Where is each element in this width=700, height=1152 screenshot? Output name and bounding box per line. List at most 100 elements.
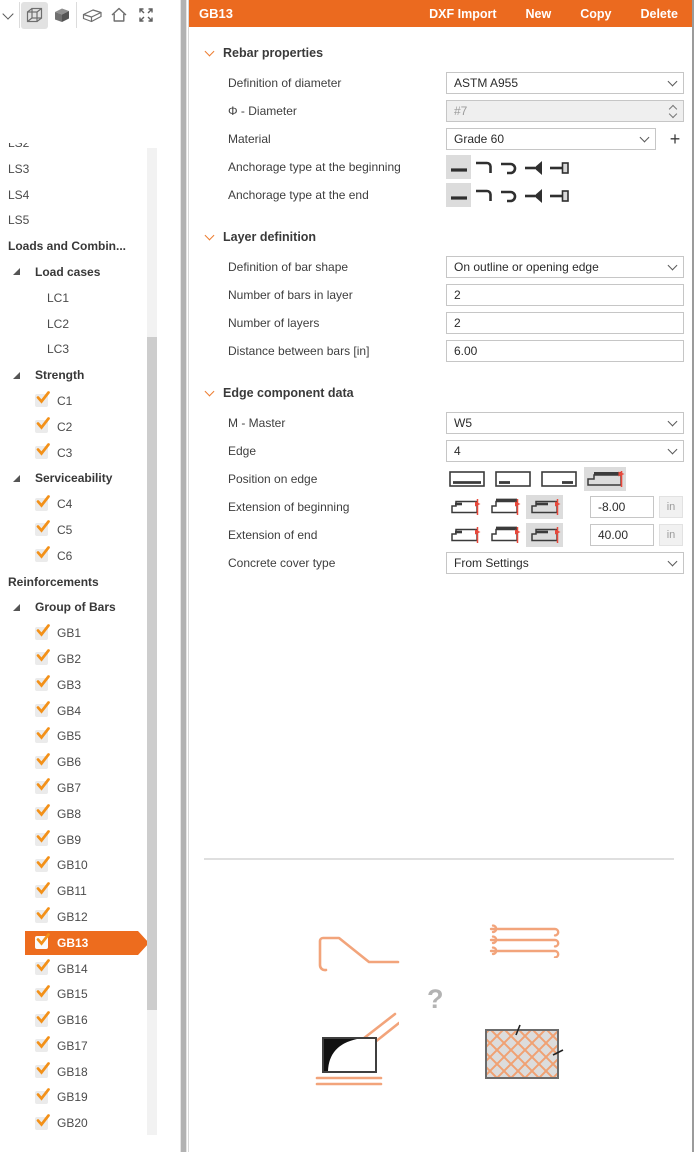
expander-icon[interactable] [13,604,20,611]
wireframe-cube-button[interactable] [21,2,48,29]
anchorage-hook-180-icon[interactable] [496,155,521,179]
copy-button[interactable]: Copy [580,7,611,21]
checkbox[interactable] [35,988,48,1001]
section-header[interactable]: Edge component data [204,385,694,401]
checkbox[interactable] [35,627,48,640]
diameter-spinner[interactable]: #7 [446,100,684,122]
panel-splitter[interactable] [180,0,187,1152]
tree-item-gb12[interactable]: GB12 [0,904,162,930]
collapse-chevron-icon[interactable] [205,387,215,397]
extension-full-icon[interactable] [486,523,523,547]
extension-full-icon[interactable] [486,495,523,519]
tree-item-c6[interactable]: C6 [0,543,162,569]
bars-in-layer-input[interactable]: 2 [446,284,684,306]
tree-item-strength[interactable]: Strength [0,362,162,388]
checkbox[interactable] [35,420,48,433]
checkbox[interactable] [35,962,48,975]
expander-icon[interactable] [13,475,20,482]
tree-item-ls2[interactable]: LS2 [0,143,162,156]
checkbox[interactable] [35,549,48,562]
collapse-chevron-icon[interactable] [205,231,215,241]
sidebar-scrollbar-track[interactable] [147,148,157,1135]
anchorage-hook-90-icon[interactable] [471,183,496,207]
anchorage-hook-90-icon[interactable] [471,155,496,179]
position-from-end-icon[interactable] [538,467,580,491]
position-custom-extension-icon[interactable] [584,467,626,491]
expander-icon[interactable] [13,372,20,379]
checkbox[interactable] [35,807,48,820]
anchorage-hook-180-icon[interactable] [496,183,521,207]
tree-item-gb7[interactable]: GB7 [0,775,162,801]
add-material-button[interactable]: + [662,128,688,150]
tree-item-serviceability[interactable]: Serviceability [0,465,162,491]
checkbox[interactable] [35,652,48,665]
tree-item-gb3[interactable]: GB3 [0,672,162,698]
section-header[interactable]: Rebar properties [204,45,694,61]
checkbox[interactable] [35,859,48,872]
checkbox[interactable] [35,1091,48,1104]
prism-view-button[interactable] [78,2,105,29]
checkbox[interactable] [35,1065,48,1078]
collapse-chevron-icon[interactable] [205,47,215,57]
anchorage-head-plate-icon[interactable] [546,155,571,179]
section-header[interactable]: Layer definition [204,229,694,245]
definition-of-diameter-select[interactable]: ASTM A955 [446,72,684,94]
anchorage-welded-bar-icon[interactable] [521,155,546,179]
position-from-beginning-icon[interactable] [492,467,534,491]
tree-item-lc2[interactable]: LC2 [0,311,162,337]
tree-item-gb16[interactable]: GB16 [0,1007,162,1033]
tree-item-ls3[interactable]: LS3 [0,156,162,182]
solid-cube-button[interactable] [48,2,75,29]
checkbox[interactable] [35,833,48,846]
anchorage-straight-icon[interactable] [446,155,471,179]
tree-item-gb15[interactable]: GB15 [0,981,162,1007]
extension-none-icon[interactable] [446,495,483,519]
tree-item-gb19[interactable]: GB19 [0,1085,162,1111]
tree-item-gb4[interactable]: GB4 [0,698,162,724]
spinner-arrows-icon[interactable] [670,106,676,117]
checkbox[interactable] [35,885,48,898]
checkbox[interactable] [35,1117,48,1130]
tree-item-load-cases[interactable]: Load cases [0,259,162,285]
tree-item-loads-and-combin[interactable]: Loads and Combin... [0,233,162,259]
checkbox[interactable] [35,446,48,459]
tree-item-gb10[interactable]: GB10 [0,852,162,878]
extension-none-icon[interactable] [446,523,483,547]
tree-item-gb1[interactable]: GB1 [0,620,162,646]
sidebar-scrollbar-thumb[interactable] [147,337,157,1010]
expander-icon[interactable] [13,268,20,275]
bar-shape-select[interactable]: On outline or opening edge [446,256,684,278]
extension-custom-icon[interactable] [526,495,563,519]
tree-item-gb17[interactable]: GB17 [0,1033,162,1059]
checkbox[interactable] [35,1039,48,1052]
dropdown-chevron-icon[interactable] [2,8,13,19]
delete-button[interactable]: Delete [640,7,678,21]
checkbox[interactable] [35,1014,48,1027]
tree-item-lc1[interactable]: LC1 [0,285,162,311]
checkbox[interactable] [35,730,48,743]
concrete-cover-type-select[interactable]: From Settings [446,552,684,574]
anchorage-straight-icon[interactable] [446,183,471,207]
tree-item-c5[interactable]: C5 [0,517,162,543]
edge-select[interactable]: 4 [446,440,684,462]
checkbox[interactable] [35,910,48,923]
new-button[interactable]: New [526,7,552,21]
checkbox[interactable] [35,523,48,536]
extension-beginning-input[interactable]: -8.00 [590,496,654,518]
tree-item-ls4[interactable]: LS4 [0,182,162,208]
checkbox[interactable] [35,936,48,949]
extension-end-input[interactable]: 40.00 [590,524,654,546]
tree-item-c4[interactable]: C4 [0,491,162,517]
tree-item-ls5[interactable]: LS5 [0,208,162,234]
home-view-button[interactable] [105,2,132,29]
checkbox[interactable] [35,781,48,794]
tree-item-gb6[interactable]: GB6 [0,749,162,775]
position-whole-edge-icon[interactable] [446,467,488,491]
checkbox[interactable] [35,756,48,769]
tree-item-reinforcements[interactable]: Reinforcements [0,569,162,595]
tree-item-gb5[interactable]: GB5 [0,723,162,749]
tree-item-gb9[interactable]: GB9 [0,827,162,853]
extension-custom-icon[interactable] [526,523,563,547]
tree-item-gb8[interactable]: GB8 [0,801,162,827]
tree-item-gb20[interactable]: GB20 [0,1110,162,1136]
